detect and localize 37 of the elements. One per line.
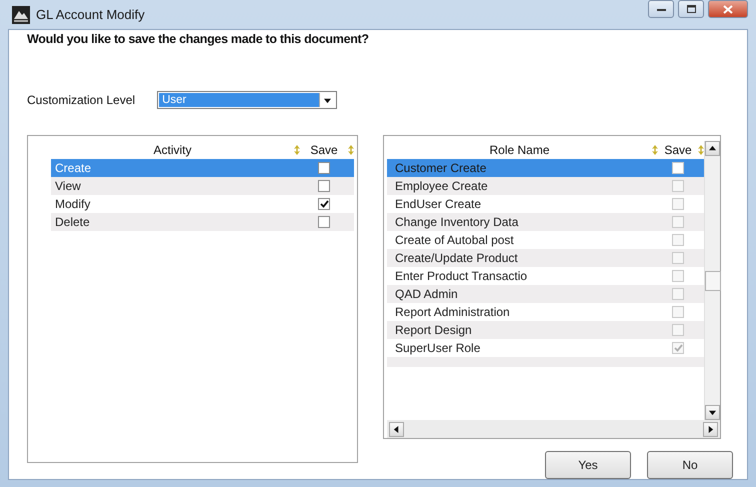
minimize-icon <box>656 8 666 10</box>
app-logo-icon <box>12 6 30 24</box>
column-header: Activity <box>152 143 192 157</box>
dialog-button[interactable]: Yes <box>545 451 631 479</box>
scroll-down-button[interactable] <box>705 405 720 420</box>
close-button[interactable] <box>708 0 748 18</box>
maximize-button[interactable] <box>678 0 704 18</box>
dialog-button[interactable]: No <box>647 451 733 479</box>
save-checkbox[interactable] <box>318 180 330 192</box>
column-header: Save <box>309 143 339 157</box>
up-arrow-icon <box>709 145 716 152</box>
checkmark-icon <box>320 200 328 208</box>
minimize-button[interactable] <box>648 0 674 18</box>
down-arrow-icon <box>709 409 716 416</box>
left-arrow-icon <box>393 426 400 432</box>
column-grip-icon <box>698 145 704 155</box>
scroll-up-button[interactable] <box>705 141 720 156</box>
save-checkbox[interactable] <box>318 198 330 210</box>
column-grip-icon <box>348 145 354 155</box>
column-grip-icon <box>652 145 658 155</box>
column-header: Role Name <box>488 143 551 157</box>
close-icon <box>723 4 733 14</box>
prompt-text: Would you like to save the changes made to this document? <box>27 32 370 46</box>
column-grip-icon <box>294 145 300 155</box>
dropdown-arrow-icon <box>324 96 332 104</box>
save-checkbox[interactable] <box>318 216 330 228</box>
field-label: Customization Level <box>27 93 136 107</box>
save-checkbox[interactable] <box>318 162 330 174</box>
scroll-left-button[interactable] <box>389 422 404 436</box>
scroll-thumb[interactable] <box>705 270 721 290</box>
table-row[interactable]: Delete <box>51 213 354 231</box>
table-row[interactable]: View <box>51 177 354 195</box>
window-title: GL Account Modify <box>36 7 145 22</box>
scroll-right-button[interactable] <box>703 422 718 436</box>
right-arrow-icon <box>707 426 714 432</box>
maximize-icon <box>686 5 696 13</box>
column-header: Save <box>663 143 693 157</box>
